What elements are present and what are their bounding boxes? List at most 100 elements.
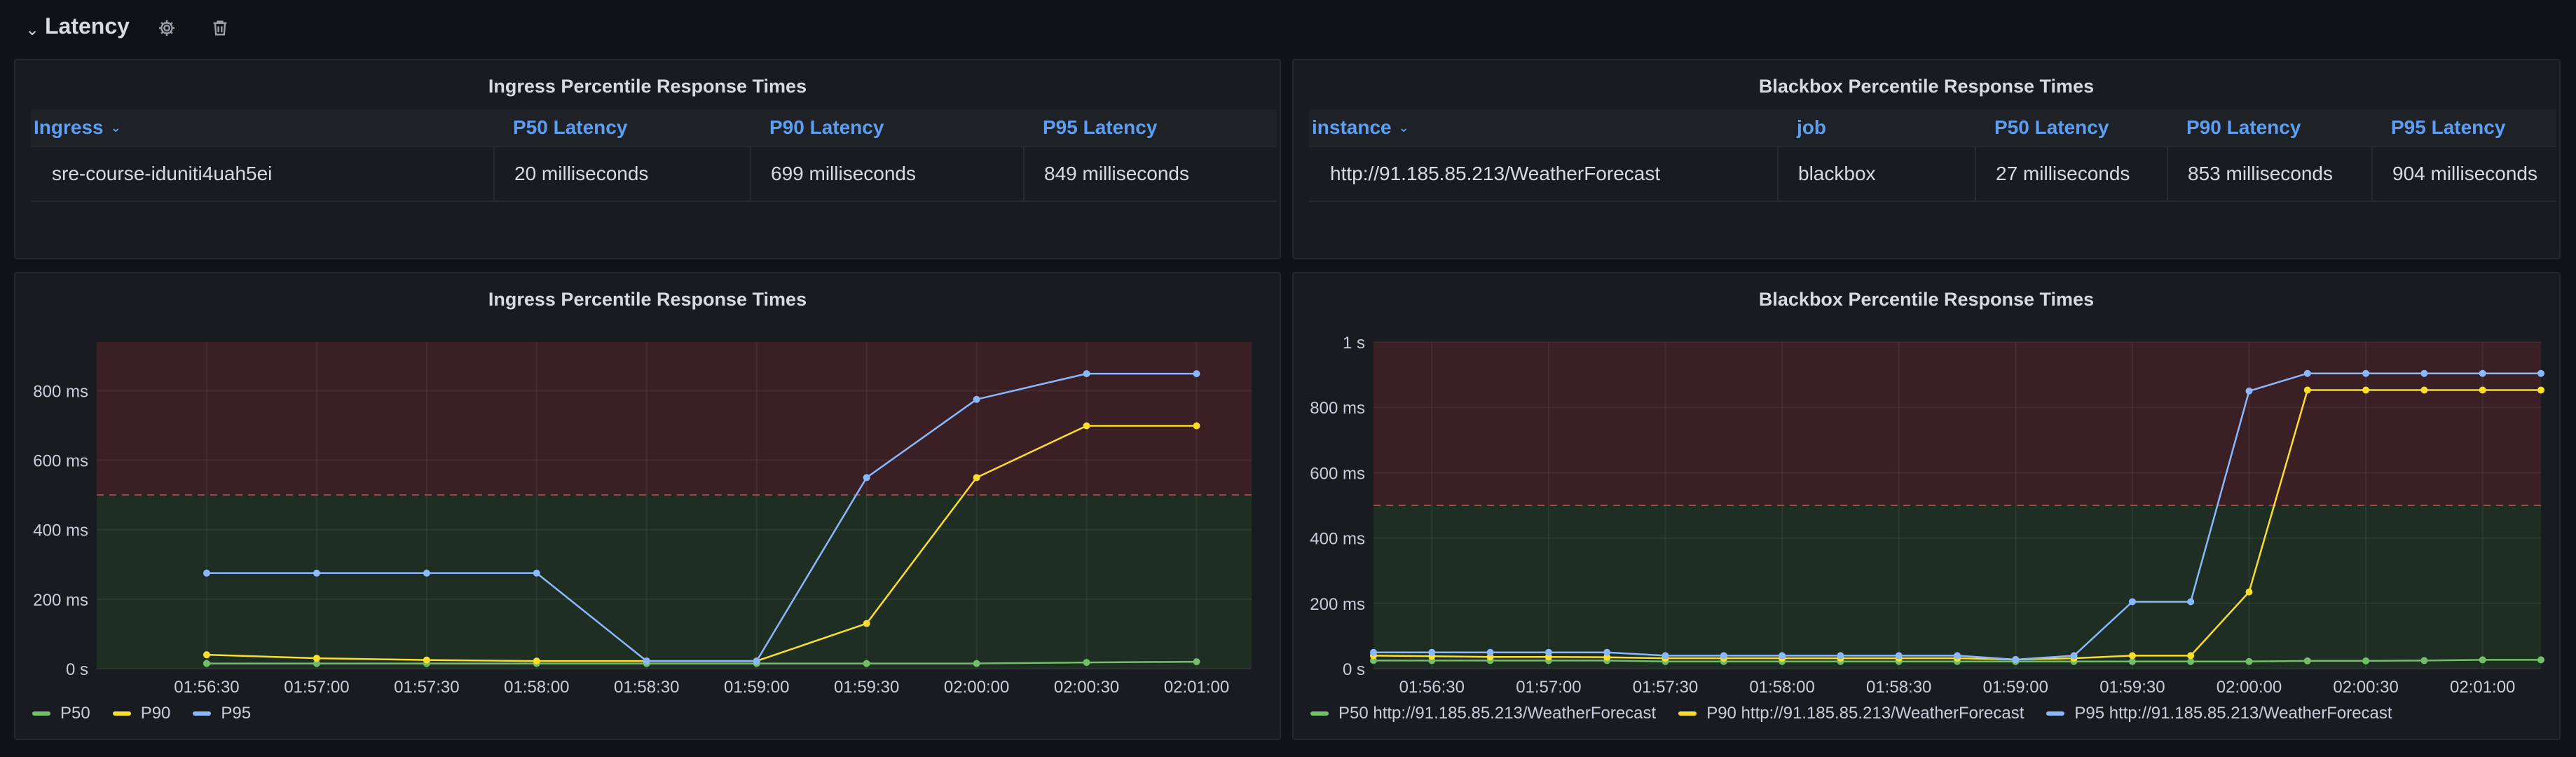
threshold-band-green: [97, 495, 1252, 669]
x-tick-label: 02:00:00: [2217, 678, 2282, 697]
legend-item-p95[interactable]: P95: [193, 704, 251, 723]
y-tick-label: 800 ms: [33, 382, 88, 401]
row-header: ⌄ Latency: [0, 0, 2576, 56]
blackbox-chart-panel: Blackbox Percentile Response Times 0 s 20…: [1292, 272, 2561, 740]
legend-item-p90[interactable]: P90 http://91.185.85.213/WeatherForecast: [1678, 704, 2024, 723]
x-tick-label: 02:01:00: [2450, 678, 2515, 697]
data-point: [863, 474, 870, 482]
column-header-p95[interactable]: P95 Latency: [1023, 109, 1282, 146]
table-cell: sre-course-iduniti4uah5ei: [52, 163, 273, 184]
data-point: [2245, 387, 2253, 395]
data-point: [2070, 652, 2078, 660]
data-point: [1895, 652, 1903, 660]
x-tick-label: 01:58:30: [614, 678, 679, 697]
ingress-table-panel: Ingress Percentile Response Times Ingres…: [14, 59, 1281, 259]
data-point: [313, 569, 320, 577]
data-point: [2303, 386, 2311, 394]
column-header-p90[interactable]: P90 Latency: [2167, 109, 2371, 146]
data-point: [2420, 369, 2428, 377]
column-header-instance[interactable]: instance ⌄: [1309, 109, 1777, 146]
data-point: [423, 569, 430, 577]
column-header-p50[interactable]: P50 Latency: [493, 109, 750, 146]
data-point: [2420, 386, 2428, 394]
threshold-band-red: [97, 342, 1252, 496]
y-tick-label: 600 ms: [1310, 464, 1365, 483]
x-tick-label: 02:00:30: [1054, 678, 1119, 697]
table-cell: http://91.185.85.213/WeatherForecast: [1330, 163, 1661, 184]
x-tick-label: 01:57:30: [394, 678, 459, 697]
data-point: [1193, 370, 1200, 378]
table-cell: 20 milliseconds: [493, 147, 750, 200]
x-tick-label: 01:57:30: [1633, 678, 1698, 697]
y-tick-label: 1 s: [1343, 334, 1365, 353]
x-tick-label: 01:59:30: [2099, 678, 2165, 697]
blackbox-latency-chart[interactable]: 0 s 200 ms 400 ms 600 ms 800 ms 1 s 01:56:30 01…: [1294, 273, 2561, 739]
chart-legend: P50 P90 P95: [32, 704, 273, 723]
data-point: [2303, 369, 2311, 377]
panel-title[interactable]: Ingress Percentile Response Times: [15, 76, 1280, 97]
trash-icon[interactable]: [206, 14, 234, 42]
y-tick-label: 400 ms: [1310, 530, 1365, 549]
data-point: [1193, 422, 1200, 430]
data-point: [1954, 652, 1961, 660]
table-row: sre-course-iduniti4uah5ei 20 millisecond…: [31, 147, 1277, 202]
table-cell: 853 milliseconds: [2167, 147, 2371, 200]
data-point: [2420, 657, 2428, 664]
y-tick-label: 400 ms: [33, 521, 88, 540]
table-header: instance ⌄ job P50 Latency P90 Latency P9…: [1309, 109, 2556, 147]
data-point: [2362, 386, 2370, 394]
x-tick-label: 01:56:30: [174, 678, 239, 697]
data-point: [423, 656, 430, 664]
data-point: [2479, 656, 2486, 664]
data-point: [203, 651, 210, 659]
data-point: [1779, 652, 1786, 660]
table-cell: 904 milliseconds: [2371, 147, 2558, 200]
x-tick-label: 02:00:00: [944, 678, 1009, 697]
data-point: [203, 660, 210, 667]
table-cell: 27 milliseconds: [1975, 147, 2167, 200]
x-tick-label: 01:59:00: [724, 678, 789, 697]
data-point: [1544, 648, 1552, 656]
x-tick-label: 01:56:30: [1399, 678, 1465, 697]
x-tick-label: 01:59:00: [1983, 678, 2048, 697]
chart-legend: P50 http://91.185.85.213/WeatherForecast…: [1310, 704, 2415, 723]
table-cell: blackbox: [1777, 147, 1975, 200]
row-title[interactable]: Latency: [45, 13, 130, 39]
data-point: [2479, 369, 2486, 377]
legend-item-p50[interactable]: P50 http://91.185.85.213/WeatherForecast: [1310, 704, 1656, 723]
legend-item-p90[interactable]: P90: [112, 704, 170, 723]
data-point: [2187, 652, 2195, 660]
data-point: [973, 660, 980, 667]
gear-icon[interactable]: [153, 14, 181, 42]
x-tick-label: 01:58:00: [504, 678, 569, 697]
data-point: [2362, 369, 2370, 377]
data-point: [1083, 659, 1090, 667]
panel-title[interactable]: Blackbox Percentile Response Times: [1294, 76, 2559, 97]
data-point: [1083, 370, 1090, 378]
data-point: [1720, 652, 1727, 660]
data-point: [863, 620, 870, 627]
y-tick-label: 600 ms: [33, 452, 88, 471]
x-tick-label: 01:57:00: [284, 678, 349, 697]
x-tick-label: 01:59:30: [834, 678, 899, 697]
data-point: [2303, 657, 2311, 664]
column-header-ingress[interactable]: Ingress ⌄: [31, 109, 493, 146]
legend-item-p50[interactable]: P50: [32, 704, 90, 723]
y-tick-label: 800 ms: [1310, 399, 1365, 418]
data-point: [2245, 657, 2253, 665]
column-header-p95[interactable]: P95 Latency: [2371, 109, 2558, 146]
column-header-p90[interactable]: P90 Latency: [750, 109, 1023, 146]
chevron-down-icon[interactable]: ⌄: [25, 20, 39, 40]
table-cell: 699 milliseconds: [750, 147, 1023, 200]
data-point: [2537, 656, 2544, 664]
ingress-latency-chart[interactable]: 0 s 200 ms 400 ms 600 ms 800 ms 01:56:30 01:57…: [15, 273, 1281, 739]
data-point: [2128, 598, 2136, 606]
x-tick-label: 02:01:00: [1164, 678, 1229, 697]
blackbox-table-panel: Blackbox Percentile Response Times insta…: [1292, 59, 2561, 259]
column-header-job[interactable]: job: [1777, 109, 1975, 146]
data-point: [973, 474, 980, 482]
table-row: http://91.185.85.213/WeatherForecast bla…: [1309, 147, 2556, 202]
data-point: [1193, 658, 1200, 666]
column-header-p50[interactable]: P50 Latency: [1975, 109, 2167, 146]
legend-item-p95[interactable]: P95 http://91.185.85.213/WeatherForecast: [2046, 704, 2392, 723]
